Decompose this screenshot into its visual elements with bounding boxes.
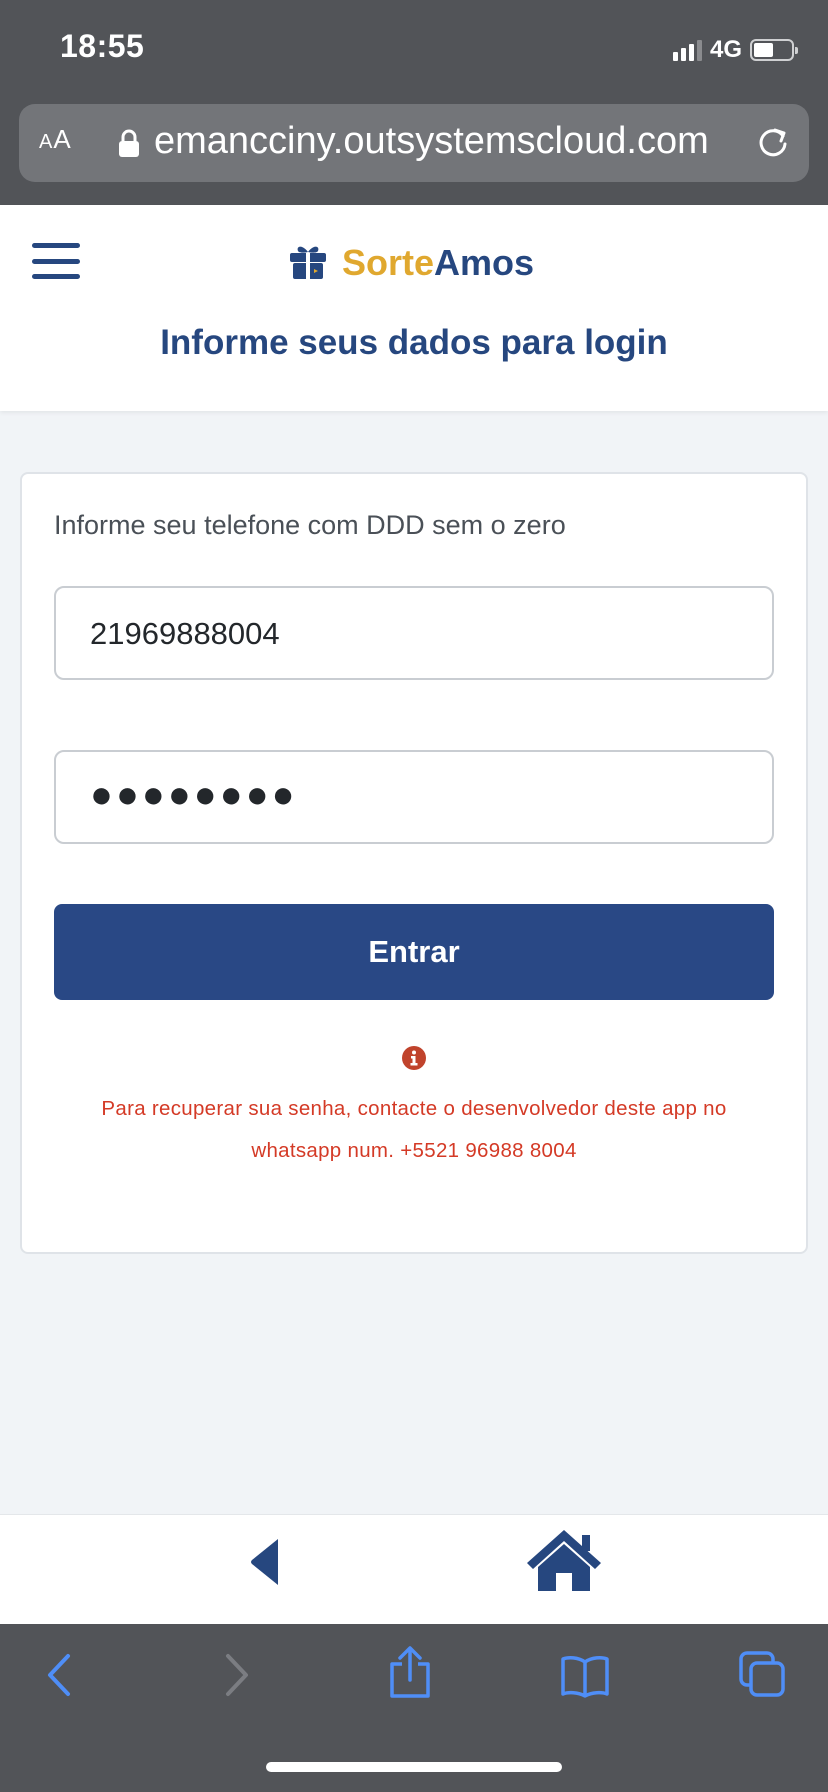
chevron-left-icon[interactable] bbox=[42, 1652, 78, 1703]
phone-input-value: 21969888004 bbox=[90, 616, 280, 651]
reload-icon[interactable] bbox=[755, 124, 791, 165]
status-time: 18:55 bbox=[60, 28, 145, 64]
info-circle-icon bbox=[402, 1046, 426, 1075]
brand-name-part1: Sorte bbox=[342, 242, 435, 283]
bookmarks-icon[interactable] bbox=[560, 1654, 610, 1703]
back-triangle-icon[interactable] bbox=[250, 1537, 280, 1592]
network-label: 4G bbox=[709, 36, 742, 63]
password-recovery-notice: Para recuperar sua senha, contacte o des… bbox=[22, 1088, 806, 1172]
text-size-button[interactable]: AA bbox=[39, 124, 72, 155]
status-indicators: 4G bbox=[672, 36, 798, 64]
phone-label: Informe seu telefone com DDD sem o zero bbox=[54, 510, 566, 540]
hamburger-menu-icon[interactable] bbox=[32, 243, 80, 279]
url-text[interactable]: emancciny.outsystemscloud.com bbox=[154, 120, 744, 164]
lock-icon bbox=[118, 128, 140, 163]
app-bottom-nav bbox=[0, 1514, 828, 1625]
home-indicator bbox=[266, 1762, 562, 1772]
app-header: SorteAmos Informe seus dados para login bbox=[0, 205, 828, 411]
login-button[interactable]: Entrar bbox=[54, 904, 774, 1000]
browser-top-chrome: 18:55 4G AA emancciny.outsystemscloud.co… bbox=[0, 0, 828, 205]
phone-input[interactable]: 21969888004 bbox=[54, 586, 774, 680]
address-bar[interactable]: AA emancciny.outsystemscloud.com bbox=[19, 104, 809, 182]
page-title: Informe seus dados para login bbox=[160, 323, 668, 362]
signal-icon bbox=[672, 39, 702, 61]
brand-name-part2: Amos bbox=[434, 242, 535, 283]
chevron-right-icon[interactable] bbox=[218, 1652, 254, 1703]
battery-icon bbox=[750, 39, 798, 61]
brand-logo: SorteAmos bbox=[288, 241, 534, 285]
password-input[interactable]: ●●●●●●●● bbox=[54, 750, 774, 844]
share-icon[interactable] bbox=[388, 1646, 432, 1703]
recovery-line-2: whatsapp num. +5521 96988 8004 bbox=[251, 1139, 577, 1162]
house-icon[interactable] bbox=[524, 1527, 604, 1598]
password-input-value: ●●●●●●●● bbox=[90, 774, 298, 816]
tabs-icon[interactable] bbox=[738, 1650, 786, 1703]
login-card: Informe seu telefone com DDD sem o zero … bbox=[20, 472, 808, 1254]
gift-icon bbox=[288, 242, 328, 285]
recovery-line-1: Para recuperar sua senha, contacte o des… bbox=[101, 1097, 727, 1120]
